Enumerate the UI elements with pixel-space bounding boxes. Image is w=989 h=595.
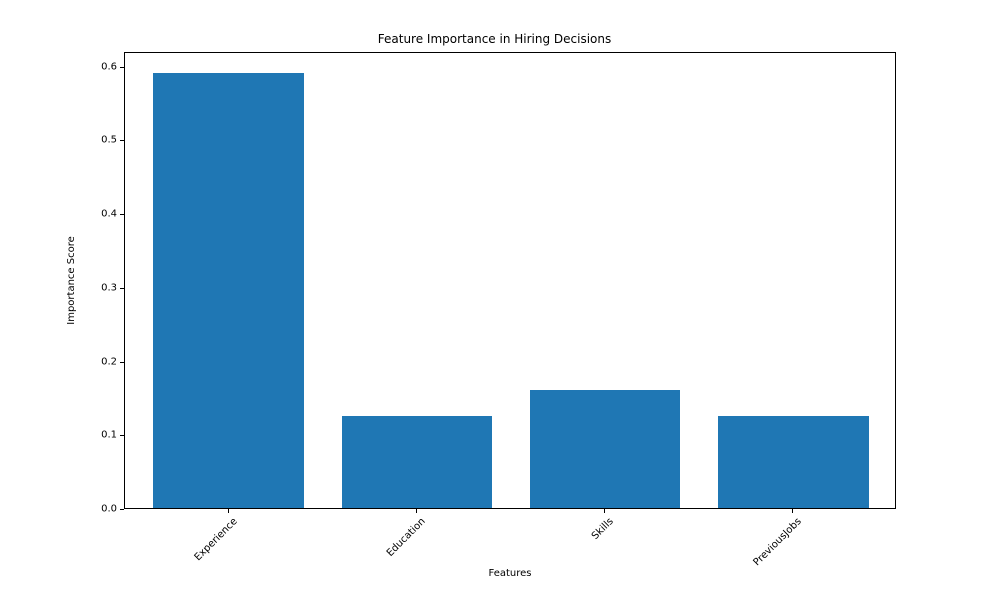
plot-axes <box>124 52 896 509</box>
xtick-label: Experience <box>161 516 239 594</box>
y-axis-label: Importance Score <box>64 52 78 509</box>
ytick-label: 0.0 <box>77 504 117 515</box>
ytick-label: 0.6 <box>77 61 117 72</box>
ytick-label: 0.2 <box>77 356 117 367</box>
xtick-mark <box>792 509 793 513</box>
bar <box>153 73 304 508</box>
ytick-mark <box>120 509 124 510</box>
x-axis-label: Features <box>124 568 896 579</box>
xtick-mark <box>228 509 229 513</box>
ytick-mark <box>120 362 124 363</box>
xtick-label: Education <box>349 516 427 594</box>
ytick-label: 0.5 <box>77 135 117 146</box>
bar <box>718 416 869 508</box>
figure: Feature Importance in Hiring Decisions I… <box>0 0 989 590</box>
xtick-label: Skills <box>537 516 615 594</box>
plot-area <box>125 53 895 508</box>
ytick-mark <box>120 288 124 289</box>
chart-title: Feature Importance in Hiring Decisions <box>0 32 989 46</box>
ytick-label: 0.4 <box>77 209 117 220</box>
bar <box>530 390 681 508</box>
xtick-mark <box>604 509 605 513</box>
ytick-mark <box>120 435 124 436</box>
ytick-label: 0.1 <box>77 430 117 441</box>
ytick-label: 0.3 <box>77 282 117 293</box>
ytick-mark <box>120 214 124 215</box>
xtick-label: PreviousJobs <box>726 516 804 594</box>
bar <box>342 416 493 508</box>
ytick-mark <box>120 140 124 141</box>
ytick-mark <box>120 67 124 68</box>
y-axis-label-text: Importance Score <box>66 236 77 325</box>
xtick-mark <box>416 509 417 513</box>
